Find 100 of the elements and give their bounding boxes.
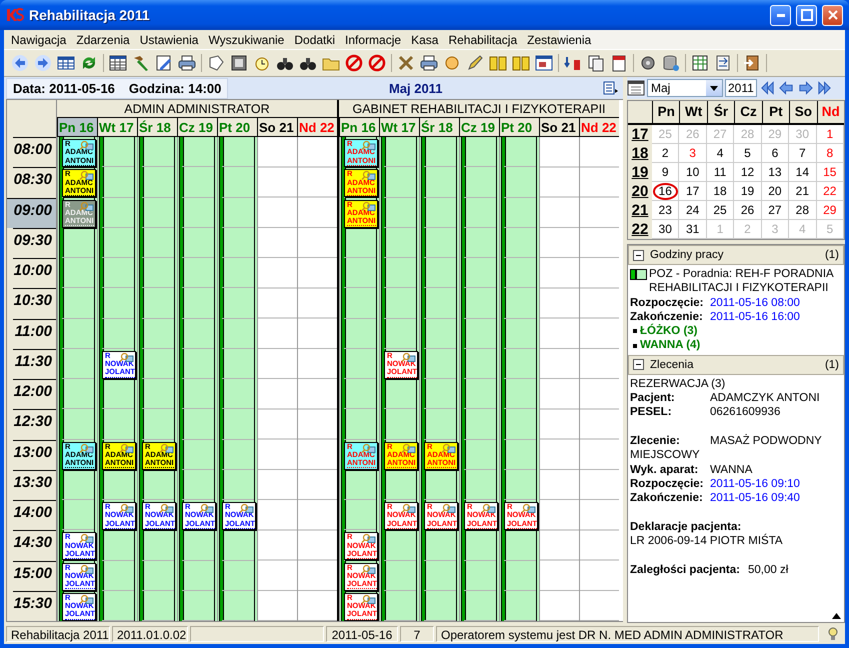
- arrows-icon[interactable]: [564, 54, 582, 72]
- arrow-right-icon[interactable]: [797, 80, 814, 96]
- calendar-day[interactable]: 14: [790, 164, 816, 180]
- day-header[interactable]: Pn 16: [339, 118, 379, 137]
- week-number: 17: [628, 125, 652, 144]
- calendar-day[interactable]: 22: [817, 182, 842, 200]
- scroll-up-icon[interactable]: [832, 613, 841, 619]
- day-header[interactable]: Pt 20: [499, 118, 539, 137]
- calendar-day[interactable]: 26: [734, 202, 760, 218]
- day-header[interactable]: So 21: [539, 118, 579, 137]
- menu-item[interactable]: Dodatki: [289, 32, 340, 46]
- group-header: GABINET REHABILITACJI I FIZYKOTERAPII: [339, 100, 619, 118]
- spreadsheet-icon[interactable]: [691, 54, 709, 72]
- calendar-day[interactable]: 19: [734, 182, 760, 200]
- calendar-day[interactable]: 28: [790, 202, 816, 218]
- collapse-icon[interactable]: [633, 250, 644, 260]
- month-title: Maj 2011: [388, 80, 444, 96]
- calendar-day[interactable]: 5: [738, 144, 757, 162]
- maximize-button[interactable]: [796, 4, 817, 26]
- day-header[interactable]: Pt 20: [217, 118, 257, 137]
- menu-item[interactable]: Kasa: [406, 32, 444, 46]
- calendar-day[interactable]: 4: [710, 144, 730, 162]
- minimize-button[interactable]: [770, 4, 791, 26]
- calendar-grid-icon[interactable]: [57, 54, 75, 72]
- swap-icon[interactable]: [714, 54, 732, 72]
- bullet-icon: [633, 344, 637, 348]
- calendar-day[interactable]: 23: [652, 202, 678, 218]
- exit-icon[interactable]: [743, 54, 761, 72]
- menu-item[interactable]: Rehabilitacja: [443, 32, 522, 46]
- arrow-left-icon[interactable]: [778, 80, 795, 96]
- day-header[interactable]: Śr 18: [419, 118, 459, 137]
- calendar-day[interactable]: 2: [656, 144, 675, 162]
- window-icon[interactable]: [535, 54, 553, 72]
- arrow-right-icon[interactable]: [34, 54, 52, 72]
- menu-item[interactable]: Ustawienia: [134, 32, 204, 46]
- section-header[interactable]: Zlecenia (1): [628, 354, 844, 375]
- resource-name: WANNA (4): [640, 338, 700, 353]
- book-icon[interactable]: [489, 54, 507, 72]
- calendar-day[interactable]: 7: [793, 144, 812, 162]
- stop-icon[interactable]: [345, 54, 363, 72]
- double-arrow-left-icon[interactable]: [759, 80, 776, 96]
- calendar-day[interactable]: 12: [734, 164, 760, 180]
- calendar-day[interactable]: 13: [762, 164, 788, 180]
- calendar-day[interactable]: 15: [817, 164, 842, 180]
- time-slot-label: 13:30: [13, 470, 56, 500]
- calendar-day[interactable]: 16: [652, 182, 678, 200]
- weekday-header: Wt: [679, 101, 707, 125]
- gear-icon[interactable]: [639, 54, 657, 72]
- close-button[interactable]: [822, 4, 843, 26]
- section-header[interactable]: Godziny pracy (1): [628, 245, 844, 265]
- copy-icon[interactable]: [587, 54, 605, 72]
- day-header[interactable]: Wt 17: [97, 118, 137, 137]
- edit-icon[interactable]: [155, 54, 173, 72]
- arrow-left-icon[interactable]: [11, 54, 29, 72]
- time-label: Godzina: 14:00: [128, 80, 222, 96]
- calendar-day[interactable]: 6: [766, 144, 784, 162]
- list-icon[interactable]: [603, 81, 619, 95]
- calendar-day[interactable]: 9: [656, 164, 675, 180]
- day-header[interactable]: Śr 18: [137, 118, 177, 137]
- calendar-day[interactable]: 30: [652, 220, 678, 238]
- calendar-day[interactable]: 3: [683, 144, 702, 162]
- calendar-day[interactable]: 21: [790, 182, 816, 200]
- bullet-icon: [633, 329, 637, 334]
- printer-icon[interactable]: [178, 54, 196, 72]
- menu-item[interactable]: Zestawienia: [522, 32, 596, 46]
- calendar-day[interactable]: 1: [820, 126, 840, 142]
- hammer-icon[interactable]: [132, 54, 150, 72]
- month-dropdown[interactable]: Maj: [647, 79, 723, 97]
- calendar-day[interactable]: 17: [680, 182, 706, 200]
- day-header[interactable]: Cz 19: [177, 118, 217, 137]
- stop-icon[interactable]: [368, 54, 386, 72]
- day-header[interactable]: Wt 17: [379, 118, 419, 137]
- tools-icon[interactable]: [397, 54, 415, 72]
- calendar-day[interactable]: 27: [762, 202, 788, 218]
- day-header[interactable]: So 21: [257, 118, 297, 137]
- calendar-day[interactable]: 10: [680, 164, 706, 180]
- calendar-icon[interactable]: [627, 80, 645, 96]
- calendar-day[interactable]: 29: [817, 202, 842, 218]
- book-icon[interactable]: [512, 54, 530, 72]
- calendar-day[interactable]: 20: [762, 182, 788, 200]
- double-arrow-right-icon[interactable]: [816, 80, 833, 96]
- printer-icon[interactable]: [420, 54, 438, 72]
- calendar-day[interactable]: 11: [708, 164, 732, 180]
- menu-item[interactable]: Informacje: [340, 32, 406, 46]
- time-slot-label: 11:00: [13, 318, 56, 349]
- menu-item[interactable]: Nawigacja: [6, 32, 72, 46]
- calendar-day[interactable]: 18: [707, 182, 733, 200]
- calendar-day[interactable]: 25: [707, 202, 733, 218]
- database-icon[interactable]: [662, 54, 680, 72]
- day-header[interactable]: Cz 19: [459, 118, 499, 137]
- menu-item[interactable]: Wyszukiwanie: [203, 32, 290, 46]
- pen-icon[interactable]: [466, 54, 484, 72]
- calendar-day[interactable]: 24: [680, 202, 706, 218]
- year-field[interactable]: 2011: [725, 79, 757, 97]
- table-icon[interactable]: [109, 54, 127, 72]
- collapse-icon[interactable]: [633, 359, 644, 370]
- menu-item[interactable]: Zdarzenia: [71, 32, 135, 46]
- calendar-day[interactable]: 31: [680, 220, 706, 238]
- calendar-icon[interactable]: [610, 54, 628, 72]
- calendar-day[interactable]: 8: [820, 144, 840, 162]
